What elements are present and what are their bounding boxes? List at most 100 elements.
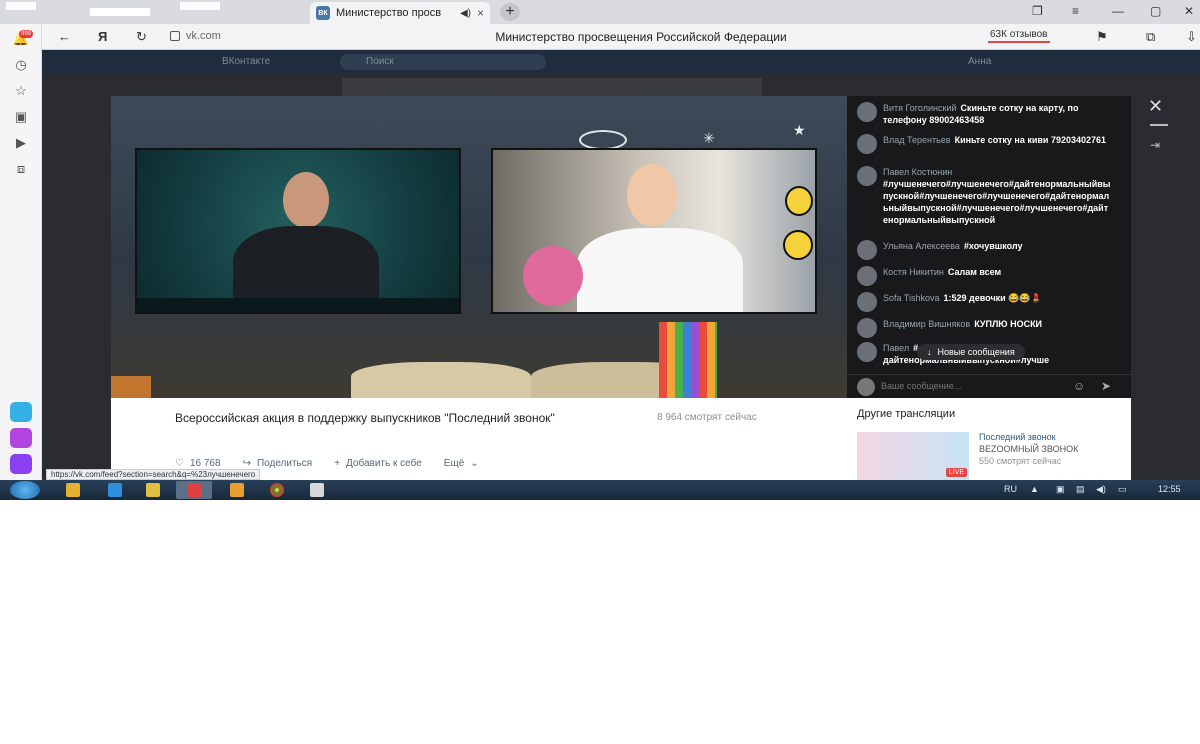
bookmarks-icon[interactable]: ☆ <box>12 82 30 100</box>
vk-search-placeholder: Поиск <box>366 56 394 67</box>
store-app-icon[interactable] <box>10 428 32 448</box>
stream-title[interactable]: Последний звонок <box>979 432 1056 442</box>
add-label: Добавить к себе <box>346 458 422 469</box>
avatar[interactable] <box>857 292 877 312</box>
ie-icon[interactable] <box>108 483 122 497</box>
chat-author[interactable]: Ульяна Алексеева <box>883 241 960 251</box>
chat-text: #лучшенечего#лучшенечего#дайтенормальный… <box>883 179 1111 225</box>
avatar[interactable] <box>857 102 877 122</box>
arrow-down-icon: ↓ <box>927 347 932 357</box>
chat-author[interactable]: Павел Костюнин <box>883 167 952 177</box>
bookmark-icon[interactable]: ⚑ <box>1096 29 1108 45</box>
camera-feed-host <box>135 148 461 314</box>
chat-author[interactable]: Витя Гоголинский <box>883 103 956 113</box>
chat-author[interactable]: Павел <box>883 343 909 353</box>
folder-icon[interactable] <box>146 483 160 497</box>
other-streams: Другие трансляции LIVE Последний звонок … <box>847 398 1131 480</box>
chat-input[interactable]: Ваше сообщение... <box>881 381 961 391</box>
guest-body <box>577 228 743 312</box>
viewers-count: 8 964 смотрят сейчас <box>657 412 757 423</box>
collections-icon[interactable]: ▣ <box>12 108 30 126</box>
tray-arrow-icon[interactable]: ▲ <box>1030 484 1039 494</box>
new-messages-button[interactable]: ↓ Новые сообщения <box>917 344 1025 360</box>
chat-author[interactable]: Костя Никитин <box>883 267 944 277</box>
send-icon[interactable]: ➤ <box>1101 379 1111 393</box>
books-decoration <box>111 376 151 398</box>
chat-text: Киньте сотку на киви 79203402761 <box>954 135 1107 145</box>
history-icon[interactable]: ◷ <box>12 56 30 74</box>
add-button[interactable]: + Добавить к себе <box>334 458 422 469</box>
heart-icon: ♡ <box>175 458 184 469</box>
avatar[interactable] <box>857 266 877 286</box>
tray-app-icon[interactable]: ▣ <box>1056 484 1065 495</box>
reviews-badge[interactable]: 63К отзывов <box>988 28 1050 43</box>
extension-icon[interactable]: ⧉ <box>1146 29 1155 45</box>
blot <box>180 2 220 10</box>
guest-head <box>627 164 677 226</box>
like-button[interactable]: ♡ 16 768 <box>175 458 221 469</box>
chrome-icon[interactable] <box>270 483 284 497</box>
chat-text: Салам всем <box>947 267 1002 277</box>
new-tab-button[interactable]: + <box>500 3 520 21</box>
video-title: Всероссийская акция в поддержку выпускни… <box>175 411 555 425</box>
chat-author[interactable]: Владимир Вишняков <box>883 319 970 329</box>
plus-icon: + <box>334 458 341 469</box>
chat-author[interactable]: Влад Терентьев <box>883 135 951 145</box>
toggle-chat-icon[interactable]: ⇥ <box>1150 138 1160 152</box>
vk-user-name: Анна <box>968 56 992 67</box>
chevron-down-icon: ⌄ <box>470 458 479 469</box>
chalk-star-icon: ✳ <box>703 130 715 146</box>
video-player[interactable]: ✳ ★ <box>111 96 847 398</box>
camera-feed-guest <box>491 148 817 314</box>
chat-text: 1:529 девочки 😂😂💄 <box>943 293 1042 303</box>
chat-input-bar: Ваше сообщение... ☺ ➤ <box>847 374 1131 398</box>
vk-header: ВКонтакте Поиск Анна <box>42 50 1200 74</box>
close-icon[interactable]: ✕ <box>1148 96 1163 117</box>
explorer-icon[interactable] <box>66 483 80 497</box>
more-label: Ещё <box>443 458 465 469</box>
cloud-app-icon[interactable] <box>10 454 32 474</box>
avatar[interactable] <box>857 342 877 362</box>
download-icon[interactable]: ⇩ <box>1186 29 1197 45</box>
document-icon[interactable] <box>310 483 324 497</box>
volume-icon[interactable]: ◀) <box>1096 484 1106 495</box>
book-decoration <box>351 362 531 398</box>
app-icon[interactable] <box>230 483 244 497</box>
power-icon[interactable]: ▭ <box>1118 484 1127 495</box>
network-icon[interactable]: ▤ <box>1076 484 1085 495</box>
video-icon[interactable]: ▶ <box>12 134 30 152</box>
telegram-app-icon[interactable] <box>10 402 32 422</box>
avatar[interactable] <box>857 240 877 260</box>
vk-favicon-icon: ВК <box>316 6 330 20</box>
avatar[interactable] <box>857 166 877 186</box>
avatar[interactable] <box>857 134 877 154</box>
emoji-sticker-icon <box>785 186 813 216</box>
emoji-icon[interactable]: ☺ <box>1073 379 1085 393</box>
status-url: https://vk.com/feed?section=search&q=%23… <box>46 469 261 480</box>
tab-vk[interactable]: ВК Министерство просв ◀) × <box>310 2 490 24</box>
stream-thumbnail[interactable]: LIVE <box>857 432 969 480</box>
zen-icon[interactable]: ⧈ <box>12 160 30 178</box>
clock[interactable]: 12:55 <box>1158 484 1181 494</box>
more-button[interactable]: Ещё ⌄ <box>444 458 479 469</box>
vk-post-placeholder <box>342 78 762 96</box>
share-icon: ↪ <box>242 458 251 469</box>
tab-close-icon[interactable]: × <box>477 6 484 20</box>
chat-text: КУПЛЮ НОСКИ <box>974 319 1043 329</box>
minimize-icon[interactable]: — <box>1112 4 1124 18</box>
close-window-icon[interactable]: ✕ <box>1184 4 1194 18</box>
share-button[interactable]: ↪ Поделиться <box>243 458 313 469</box>
screen: ВК Министерство просв ◀) × + ❐ ≡ — ▢ ✕ ←… <box>0 0 1200 500</box>
language-indicator[interactable]: RU <box>1004 484 1017 494</box>
chalk-star-icon: ★ <box>793 122 806 138</box>
speaker-icon[interactable]: ◀) <box>460 8 471 19</box>
start-button[interactable] <box>10 481 40 499</box>
restore-icon[interactable]: ▢ <box>1150 4 1161 18</box>
stream-viewers: 550 смотрят сейчас <box>979 456 1062 466</box>
minimize-player-icon[interactable] <box>1150 124 1168 126</box>
tabs-icon[interactable]: ❐ <box>1032 4 1043 18</box>
chat-author[interactable]: Sofa Tishkova <box>883 293 940 303</box>
menu-icon[interactable]: ≡ <box>1072 4 1079 18</box>
avatar[interactable] <box>857 318 877 338</box>
live-chat: Витя Гоголинский Скиньте сотку на карту, … <box>847 96 1131 398</box>
